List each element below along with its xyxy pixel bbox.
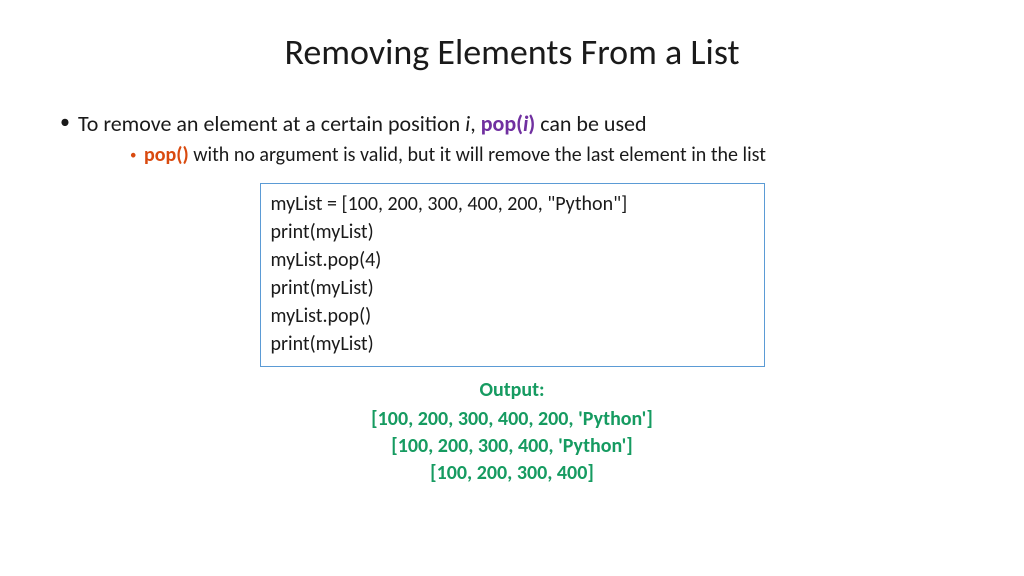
pop-noargs: pop() <box>144 143 189 167</box>
sub-bullet-rest: with no argument is valid, but it will r… <box>189 143 766 167</box>
pop-call: pop(i) <box>481 110 536 137</box>
bullet-list: To remove an element at a certain positi… <box>40 110 984 167</box>
output-line-1: [100, 200, 300, 400, 200, 'Python'] <box>40 406 984 433</box>
output-block: Output: [100, 200, 300, 400, 200, 'Pytho… <box>40 377 984 487</box>
bullet1-mid: , <box>470 110 480 137</box>
sub-bullet-item-1: pop() with no argument is valid, but it … <box>130 143 984 167</box>
slide-title: Removing Elements From a List <box>40 30 984 74</box>
code-line-6: print(myList) <box>271 330 754 358</box>
code-line-3: myList.pop(4) <box>271 246 754 274</box>
code-box: myList = [100, 200, 300, 400, 200, "Pyth… <box>260 183 765 367</box>
output-label: Output: <box>40 377 984 404</box>
code-line-1: myList = [100, 200, 300, 400, 200, "Pyth… <box>271 190 754 218</box>
output-line-2: [100, 200, 300, 400, 'Python'] <box>40 433 984 460</box>
bullet1-post: can be used <box>535 110 646 137</box>
code-line-4: print(myList) <box>271 274 754 302</box>
bullet1-pre: To remove an element at a certain positi… <box>78 110 465 137</box>
bullet-item-1: To remove an element at a certain positi… <box>60 110 984 167</box>
output-line-3: [100, 200, 300, 400] <box>40 460 984 487</box>
code-line-5: myList.pop() <box>271 302 754 330</box>
pop-open: pop( <box>481 110 523 137</box>
sub-bullet-list: pop() with no argument is valid, but it … <box>78 143 984 167</box>
code-line-2: print(myList) <box>271 218 754 246</box>
